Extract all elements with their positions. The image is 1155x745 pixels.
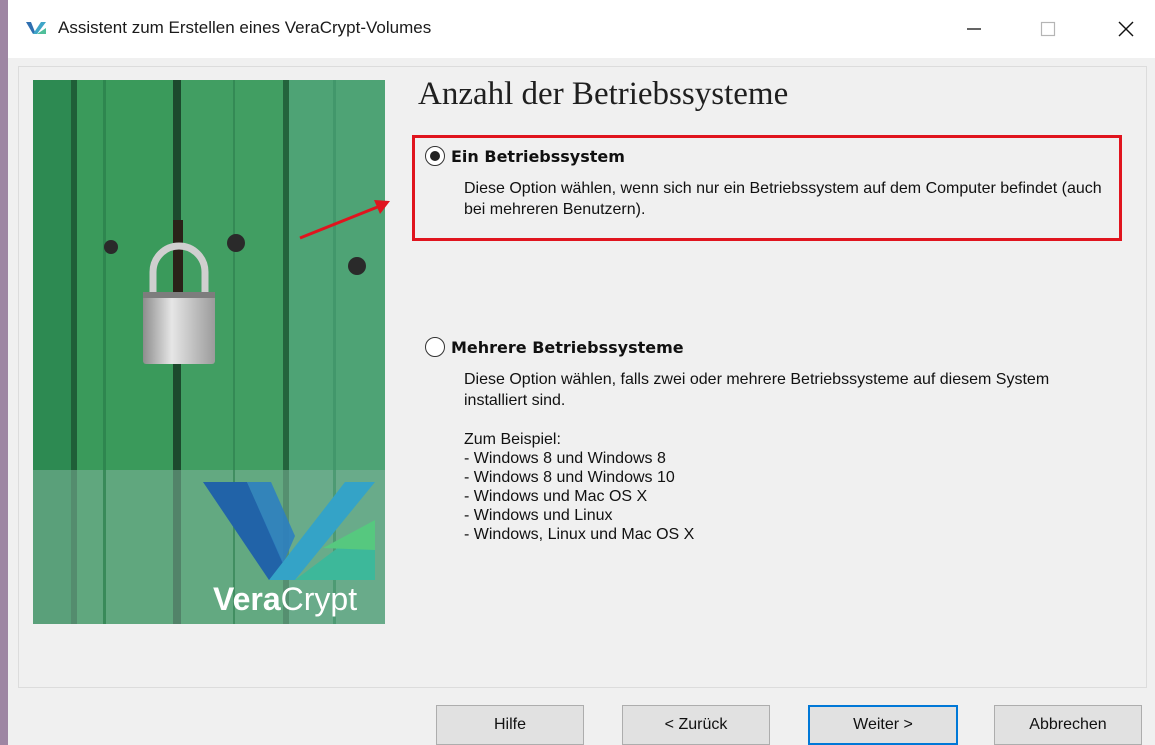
option-multi-os-description: Diese Option wählen, falls zwei oder meh… — [464, 371, 1050, 409]
radio-single-os[interactable] — [425, 146, 445, 166]
back-button[interactable]: < Zurück — [622, 705, 770, 745]
cancel-button[interactable]: Abbrechen — [994, 705, 1142, 745]
arrow-annotation — [299, 200, 390, 240]
list-item: - Windows und Mac OS X — [464, 488, 648, 505]
maximize-button[interactable] — [1018, 0, 1078, 58]
option-single-os-description: Diese Option wählen, wenn sich nur ein B… — [464, 180, 1102, 218]
page-title: Anzahl der Betriebssysteme — [418, 76, 789, 112]
list-item: - Windows 8 und Windows 8 — [464, 450, 666, 467]
minimize-icon — [967, 28, 981, 30]
example-title: Zum Beispiel: — [464, 431, 561, 448]
option-single-os: Ein Betriebssystem Diese Option wählen, … — [425, 146, 1104, 220]
next-button[interactable]: Weiter > — [808, 705, 958, 745]
option-multi-os-label[interactable]: Mehrere Betriebssysteme — [451, 338, 684, 357]
logo-text-light: Crypt — [281, 581, 358, 617]
help-button[interactable]: Hilfe — [436, 705, 584, 745]
close-button[interactable] — [1096, 0, 1155, 58]
option-multi-os: Mehrere Betriebssysteme Diese Option wäh… — [425, 337, 1104, 544]
window-title: Assistent zum Erstellen eines VeraCrypt-… — [58, 18, 432, 37]
minimize-button[interactable] — [944, 0, 1004, 58]
option-single-os-label[interactable]: Ein Betriebssystem — [451, 147, 625, 166]
example-list: Zum Beispiel: - Windows 8 und Windows 8 … — [464, 430, 1104, 544]
list-item: - Windows und Linux — [464, 507, 613, 524]
svg-text:VeraCrypt: VeraCrypt — [213, 581, 357, 617]
maximize-icon — [1040, 21, 1056, 37]
title-bar: Assistent zum Erstellen eines VeraCrypt-… — [8, 0, 1155, 58]
wizard-side-image: VeraCrypt — [33, 80, 385, 624]
list-item: - Windows 8 und Windows 10 — [464, 469, 675, 486]
logo-text-bold: Vera — [213, 581, 281, 617]
close-icon — [1118, 21, 1134, 37]
wizard-window: Assistent zum Erstellen eines VeraCrypt-… — [8, 0, 1155, 745]
radio-multi-os[interactable] — [425, 337, 445, 357]
veracrypt-app-icon — [26, 20, 48, 36]
list-item: - Windows, Linux und Mac OS X — [464, 526, 695, 543]
